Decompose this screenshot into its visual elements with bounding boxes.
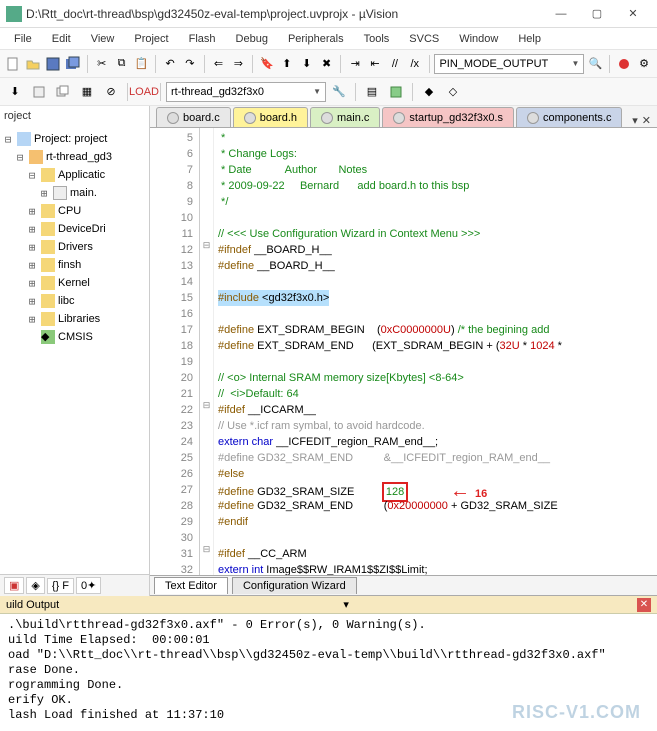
download-icon[interactable]: LOAD bbox=[133, 81, 155, 103]
panel-tab-project-icon[interactable]: ▣ bbox=[4, 577, 24, 594]
project-tree[interactable]: ⊟Project: project ⊟rt-thread_gd3 ⊟Applic… bbox=[0, 126, 149, 574]
tree-file-main[interactable]: ⊞main. bbox=[2, 184, 147, 202]
menu-bar: File Edit View Project Flash Debug Perip… bbox=[0, 28, 657, 50]
target-options-icon[interactable]: 🔧 bbox=[328, 81, 350, 103]
tab-dropdown-icon[interactable]: ▾ bbox=[632, 114, 638, 127]
save-icon[interactable] bbox=[44, 53, 62, 75]
tab-startup[interactable]: startup_gd32f3x0.s bbox=[382, 107, 514, 127]
bookmark-next-icon[interactable]: ⬇ bbox=[298, 53, 316, 75]
panel-tab-books-icon[interactable]: ◈ bbox=[26, 577, 44, 594]
nav-back-icon[interactable]: ⇐ bbox=[210, 53, 228, 75]
manage-icon[interactable]: ▤ bbox=[361, 81, 383, 103]
tab-components[interactable]: components.c bbox=[516, 107, 622, 127]
translate-icon[interactable]: ⬇ bbox=[4, 81, 26, 103]
build-output-close-icon[interactable]: ✕ bbox=[637, 598, 651, 612]
menu-help[interactable]: Help bbox=[510, 31, 549, 47]
build-icon[interactable] bbox=[28, 81, 50, 103]
new-icon[interactable] bbox=[4, 53, 22, 75]
bookmark-icon[interactable]: 🔖 bbox=[258, 53, 276, 75]
target-combo[interactable]: rt-thread_gd32f3x0▼ bbox=[166, 82, 326, 102]
bookmark-prev-icon[interactable]: ⬆ bbox=[278, 53, 296, 75]
menu-edit[interactable]: Edit bbox=[44, 31, 79, 47]
bookmark-clear-icon[interactable]: ✖ bbox=[318, 53, 336, 75]
line-gutter: 5678910111213141516171819202122232425262… bbox=[150, 128, 200, 575]
menu-project[interactable]: Project bbox=[126, 31, 176, 47]
panel-tab-func-icon[interactable]: {} F bbox=[47, 578, 74, 594]
tab-boardc[interactable]: board.c bbox=[156, 107, 231, 127]
menu-tools[interactable]: Tools bbox=[356, 31, 398, 47]
watermark: RISC-V1.COM bbox=[512, 702, 641, 723]
project-panel-tabs: ▣ ◈ {} F 0✦ bbox=[0, 574, 149, 596]
undo-icon[interactable]: ↶ bbox=[161, 53, 179, 75]
menu-file[interactable]: File bbox=[6, 31, 40, 47]
code-editor[interactable]: 5678910111213141516171819202122232425262… bbox=[150, 128, 657, 576]
fold-gutter[interactable]: ⊟⊟⊟ bbox=[200, 128, 214, 575]
find-icon[interactable]: 🔍 bbox=[586, 53, 604, 75]
app-icon bbox=[6, 6, 22, 22]
config-icon[interactable]: ⚙ bbox=[635, 53, 653, 75]
minimize-button[interactable]: — bbox=[543, 2, 579, 26]
open-icon[interactable] bbox=[24, 53, 42, 75]
manage-rte-icon[interactable] bbox=[385, 81, 407, 103]
menu-window[interactable]: Window bbox=[451, 31, 506, 47]
window-titlebar: D:\Rtt_doc\rt-thread\bsp\gd32450z-eval-t… bbox=[0, 0, 657, 28]
maximize-button[interactable]: ▢ bbox=[579, 2, 615, 26]
debug-icon[interactable] bbox=[615, 53, 633, 75]
stop-build-icon[interactable]: ⊘ bbox=[100, 81, 122, 103]
tree-group-kernel[interactable]: ⊞Kernel bbox=[2, 274, 147, 292]
editor-bottom-tabs: Text Editor Configuration Wizard bbox=[150, 576, 657, 596]
build-output-title: uild Output bbox=[6, 599, 59, 611]
find-combo[interactable]: PIN_MODE_OUTPUT▼ bbox=[434, 54, 584, 74]
save-all-icon[interactable] bbox=[64, 53, 82, 75]
tree-group-drivers[interactable]: ⊞Drivers bbox=[2, 238, 147, 256]
redo-icon[interactable]: ↷ bbox=[181, 53, 199, 75]
build-output-header: uild Output ▾ ✕ bbox=[0, 596, 657, 614]
code-area[interactable]: * * Change Logs: * Date Author Notes * 2… bbox=[214, 128, 657, 575]
nav-fwd-icon[interactable]: ⇒ bbox=[229, 53, 247, 75]
tab-boardh[interactable]: board.h bbox=[233, 107, 308, 127]
editor-column: board.c board.h main.c startup_gd32f3x0.… bbox=[150, 106, 657, 596]
indent-icon[interactable]: ⇥ bbox=[346, 53, 364, 75]
tab-config-wizard[interactable]: Configuration Wizard bbox=[232, 577, 357, 594]
window-title: D:\Rtt_doc\rt-thread\bsp\gd32450z-eval-t… bbox=[26, 7, 543, 21]
tab-close-icon[interactable]: ✕ bbox=[642, 114, 651, 127]
menu-flash[interactable]: Flash bbox=[181, 31, 224, 47]
pack-icon[interactable]: ◆ bbox=[418, 81, 440, 103]
tree-group-cpu[interactable]: ⊞CPU bbox=[2, 202, 147, 220]
tree-group-application[interactable]: ⊟Applicatic bbox=[2, 166, 147, 184]
tab-main[interactable]: main.c bbox=[310, 107, 380, 127]
editor-tabs: board.c board.h main.c startup_gd32f3x0.… bbox=[150, 106, 657, 128]
menu-svcs[interactable]: SVCS bbox=[401, 31, 447, 47]
outdent-icon[interactable]: ⇤ bbox=[366, 53, 384, 75]
uncomment-icon[interactable]: /x bbox=[406, 53, 424, 75]
tree-group-libraries[interactable]: ⊞Libraries bbox=[2, 310, 147, 328]
menu-peripherals[interactable]: Peripherals bbox=[280, 31, 352, 47]
main-split: roject ⊟Project: project ⊟rt-thread_gd3 … bbox=[0, 106, 657, 596]
close-button[interactable]: ✕ bbox=[615, 2, 651, 26]
tab-text-editor[interactable]: Text Editor bbox=[154, 577, 228, 594]
tree-group-cmsis[interactable]: ◆CMSIS bbox=[2, 328, 147, 346]
pack2-icon[interactable]: ◇ bbox=[442, 81, 464, 103]
tree-group-finsh[interactable]: ⊞finsh bbox=[2, 256, 147, 274]
standard-toolbar: ✂ ⧉ 📋 ↶ ↷ ⇐ ⇒ 🔖 ⬆ ⬇ ✖ ⇥ ⇤ // /x PIN_MODE… bbox=[0, 50, 657, 78]
project-panel-header: roject bbox=[0, 106, 149, 126]
batch-build-icon[interactable]: ▦ bbox=[76, 81, 98, 103]
project-panel: roject ⊟Project: project ⊟rt-thread_gd3 … bbox=[0, 106, 150, 596]
tree-group-libc[interactable]: ⊞libc bbox=[2, 292, 147, 310]
tree-group-devicedri[interactable]: ⊞DeviceDri bbox=[2, 220, 147, 238]
menu-view[interactable]: View bbox=[83, 31, 123, 47]
tree-target[interactable]: ⊟rt-thread_gd3 bbox=[2, 148, 147, 166]
panel-tab-temp-icon[interactable]: 0✦ bbox=[76, 577, 101, 594]
menu-debug[interactable]: Debug bbox=[228, 31, 276, 47]
cut-icon[interactable]: ✂ bbox=[93, 53, 111, 75]
tree-root[interactable]: ⊟Project: project bbox=[2, 130, 147, 148]
copy-icon[interactable]: ⧉ bbox=[113, 53, 131, 75]
build-output-pin-icon[interactable]: ▾ bbox=[343, 598, 349, 611]
annotation-16: ← 16 bbox=[450, 480, 487, 503]
comment-icon[interactable]: // bbox=[386, 53, 404, 75]
build-toolbar: ⬇ ▦ ⊘ LOAD rt-thread_gd32f3x0▼ 🔧 ▤ ◆ ◇ bbox=[0, 78, 657, 106]
rebuild-icon[interactable] bbox=[52, 81, 74, 103]
paste-icon[interactable]: 📋 bbox=[132, 53, 150, 75]
